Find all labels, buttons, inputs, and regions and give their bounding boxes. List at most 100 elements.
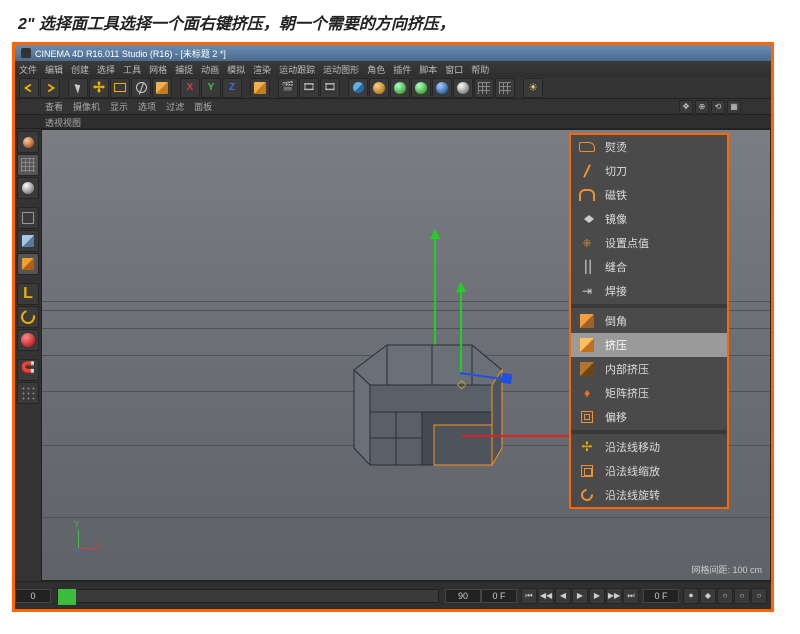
render-settings-button[interactable]: [320, 78, 340, 98]
menu-motiontrack[interactable]: 运动跟踪: [279, 63, 315, 76]
timeline-start-field[interactable]: [15, 589, 51, 603]
lock-y-button[interactable]: Y: [201, 78, 221, 98]
scale-tool[interactable]: [110, 78, 130, 98]
coord-system-button[interactable]: [250, 78, 270, 98]
axis-tool-button[interactable]: L: [17, 283, 39, 305]
environment-button[interactable]: [432, 78, 452, 98]
ctx-bevel[interactable]: 倒角: [571, 309, 727, 333]
menu-snap[interactable]: 捕捉: [175, 63, 193, 76]
snap-button[interactable]: [17, 359, 39, 381]
menu-animation[interactable]: 动画: [201, 63, 219, 76]
ctx-stitch[interactable]: ⎮⎮缝合: [571, 255, 727, 279]
view-menu-display[interactable]: 显示: [110, 100, 128, 113]
menu-file[interactable]: 文件: [19, 63, 37, 76]
workplane-button[interactable]: [17, 382, 39, 404]
timeline-playhead[interactable]: [58, 589, 76, 605]
spline-button[interactable]: [369, 78, 389, 98]
generator-button[interactable]: [390, 78, 410, 98]
menu-window[interactable]: 窗口: [445, 63, 463, 76]
ctx-inner-extrude[interactable]: 内部挤压: [571, 357, 727, 381]
point-mode-button[interactable]: [17, 230, 39, 252]
view-layout-icon[interactable]: ▦: [727, 100, 741, 114]
polygon-model[interactable]: [342, 330, 522, 490]
menu-plugins[interactable]: 插件: [393, 63, 411, 76]
menu-mesh[interactable]: 网格: [149, 63, 167, 76]
menu-tools[interactable]: 工具: [123, 63, 141, 76]
rotate-tool[interactable]: [131, 78, 151, 98]
tl-goend-button[interactable]: ⏭: [623, 588, 639, 604]
tl-autokey-button[interactable]: ◆: [700, 588, 716, 604]
ctx-knife[interactable]: 切刀: [571, 159, 727, 183]
record-button[interactable]: [17, 329, 39, 351]
sun-button[interactable]: [523, 78, 543, 98]
view-orbit-icon[interactable]: ⟲: [711, 100, 725, 114]
tl-play-button[interactable]: ▶: [572, 588, 588, 604]
camera-button[interactable]: [453, 78, 473, 98]
ctx-weld[interactable]: ⇥焊接: [571, 279, 727, 303]
tl-keyopt2-button[interactable]: ○: [734, 588, 750, 604]
view-zoom-icon[interactable]: ⊕: [695, 100, 709, 114]
menu-script[interactable]: 脚本: [419, 63, 437, 76]
viewport-status: 网格间距: 100 cm: [691, 563, 762, 576]
ctx-normal-move[interactable]: ✢沿法线移动: [571, 435, 727, 459]
lock-x-button[interactable]: X: [180, 78, 200, 98]
main-menu: 文件 编辑 创建 选择 工具 网格 捕捉 动画 模拟 渲染 运动跟踪 运动图形 …: [15, 61, 771, 77]
ctx-matrix-extrude[interactable]: ♦矩阵挤压: [571, 381, 727, 405]
live-select-tool[interactable]: [68, 78, 88, 98]
object-mode-button[interactable]: [17, 207, 39, 229]
tl-prevkey-button[interactable]: ◀◀: [538, 588, 554, 604]
menu-simulate[interactable]: 模拟: [227, 63, 245, 76]
gizmo-origin[interactable]: [457, 375, 467, 385]
view-menu-panel[interactable]: 面板: [194, 100, 212, 113]
menu-help[interactable]: 帮助: [471, 63, 489, 76]
ctx-extrude[interactable]: 挤压: [571, 333, 727, 357]
render-pv-button[interactable]: [299, 78, 319, 98]
tl-gostart-button[interactable]: ⏮: [521, 588, 537, 604]
menu-mograph[interactable]: 运动图形: [323, 63, 359, 76]
ctx-mirror[interactable]: 镜像: [571, 207, 727, 231]
menu-select[interactable]: 选择: [97, 63, 115, 76]
menu-edit[interactable]: 编辑: [45, 63, 63, 76]
primitive-button[interactable]: [348, 78, 368, 98]
menu-character[interactable]: 角色: [367, 63, 385, 76]
deformer-button[interactable]: [411, 78, 431, 98]
menu-render[interactable]: 渲染: [253, 63, 271, 76]
gizmo-x-axis[interactable]: [462, 435, 582, 437]
ctx-normal-scale[interactable]: 沿法线缩放: [571, 459, 727, 483]
view-menu-filter[interactable]: 过滤: [166, 100, 184, 113]
ctx-offset[interactable]: 偏移: [571, 405, 727, 429]
ctx-iron[interactable]: 熨烫: [571, 135, 727, 159]
tl-nextframe-button[interactable]: ▶: [589, 588, 605, 604]
move-tool[interactable]: ✢: [89, 78, 109, 98]
gizmo-y-axis[interactable]: [460, 283, 462, 373]
tl-nextkey-button[interactable]: ▶▶: [606, 588, 622, 604]
timeline-track[interactable]: [57, 589, 439, 603]
rotation-tool-button[interactable]: [17, 306, 39, 328]
menu-create[interactable]: 创建: [71, 63, 89, 76]
texture-mode-button[interactable]: [17, 177, 39, 199]
tl-keyopt1-button[interactable]: ○: [717, 588, 733, 604]
polygon-mode-button[interactable]: [17, 253, 39, 275]
light-button[interactable]: [474, 78, 494, 98]
make-editable-button[interactable]: [17, 131, 39, 153]
render-view-button[interactable]: [278, 78, 298, 98]
ctx-normal-rotate[interactable]: 沿法线旋转: [571, 483, 727, 507]
tl-keyopt3-button[interactable]: ○: [751, 588, 767, 604]
view-menu-view[interactable]: 查看: [45, 100, 63, 113]
timeline-end-field[interactable]: [445, 589, 481, 603]
model-mode-button[interactable]: [17, 154, 39, 176]
timeline-current2-field[interactable]: [643, 589, 679, 603]
tl-record-button[interactable]: ⏺: [683, 588, 699, 604]
floor-button[interactable]: [495, 78, 515, 98]
redo-button[interactable]: [40, 78, 60, 98]
undo-button[interactable]: [19, 78, 39, 98]
last-tool[interactable]: [152, 78, 172, 98]
view-pan-icon[interactable]: ✥: [679, 100, 693, 114]
view-menu-options[interactable]: 选项: [138, 100, 156, 113]
timeline-current-field[interactable]: [481, 589, 517, 603]
ctx-magnet[interactable]: 磁铁: [571, 183, 727, 207]
view-menu-camera[interactable]: 摄像机: [73, 100, 100, 113]
ctx-setpoint[interactable]: ⁜设置点值: [571, 231, 727, 255]
tl-prevframe-button[interactable]: ◀: [555, 588, 571, 604]
lock-z-button[interactable]: Z: [222, 78, 242, 98]
